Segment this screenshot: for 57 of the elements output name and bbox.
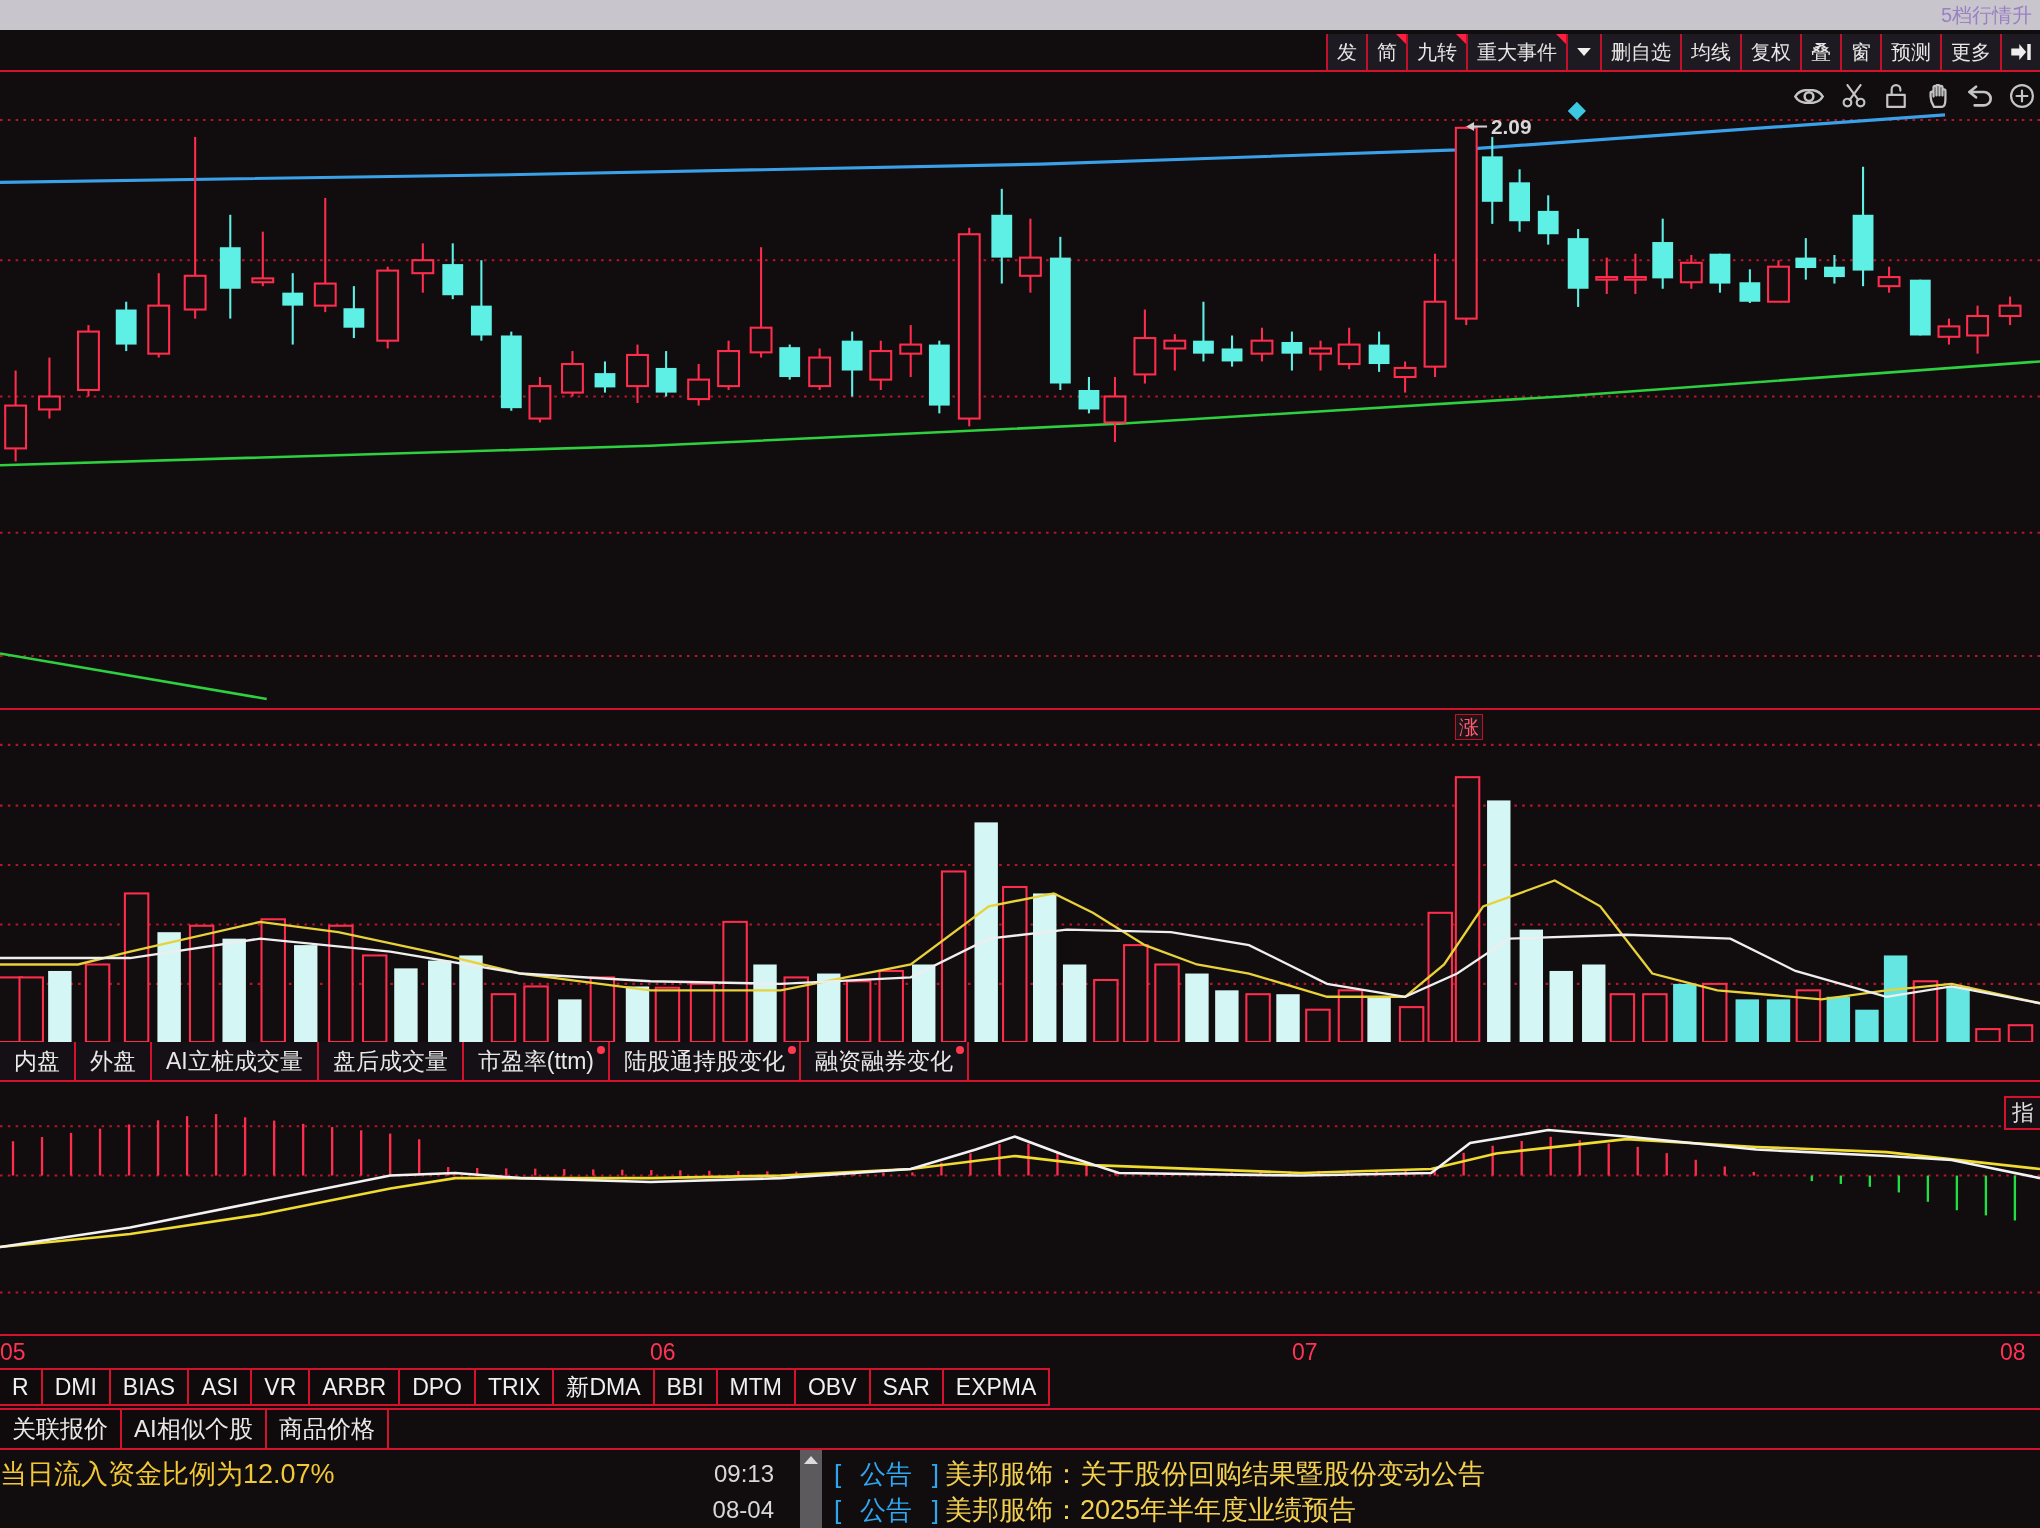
title-text: 5档行情升 [1940,3,2032,27]
indicator-button[interactable]: ASI [189,1368,253,1406]
toolbar-button[interactable]: 叠 [1800,34,1840,70]
caret-icon [1577,48,1591,56]
scissors-icon[interactable] [1842,84,1866,108]
news-tag-link[interactable]: [ 公告 ] [834,1459,939,1489]
toolbar-button[interactable]: 删自选 [1600,34,1680,70]
indicator-button[interactable]: TRIX [476,1368,555,1406]
plus-circle-icon[interactable] [2010,84,2034,108]
time-text: 08-04 [712,1495,774,1525]
indicator-tab[interactable]: 盘后成交量 [318,1042,464,1080]
news-title-link[interactable]: 美邦服饰：2025年半年度业绩预告 [944,1494,1356,1526]
indicator-button[interactable]: R [0,1368,43,1406]
scrollbar[interactable] [800,1450,822,1528]
indicator-button[interactable]: OBV [795,1368,871,1406]
toolbar-button[interactable]: 重大事件 [1466,34,1566,70]
news-tag-link[interactable]: [ 公告 ] [834,1495,939,1525]
indicator-button[interactable]: DPO [400,1368,476,1406]
indicator-button[interactable]: BBI [654,1368,718,1406]
indicator-button[interactable]: 新DMA [554,1368,655,1406]
date-axis-label: 07 [1292,1339,1318,1365]
indicator-tab[interactable]: 陆股通持股变化 [610,1042,801,1080]
undo-icon[interactable] [1968,84,1992,108]
high-price-label: 2.09 [1490,115,1532,139]
date-axis-label: 05 [0,1339,26,1365]
indicator-tab[interactable]: 融资融券变化 [801,1042,969,1080]
flow-info-text: 当日流入资金比例为12.07% [0,1458,335,1490]
indicator-button[interactable]: ARBR [310,1368,401,1406]
indicator-button[interactable]: DMI [42,1368,111,1406]
indicator-button[interactable]: EXPMA [943,1368,1051,1406]
indicator-button[interactable]: MTM [717,1368,796,1406]
indicator-tab[interactable]: 内盘 [0,1042,76,1080]
eye-icon[interactable] [1794,88,1824,104]
toolbar-button[interactable]: 均线 [1680,34,1740,70]
hand-icon[interactable] [1926,84,1950,108]
date-axis-label: 08 [2000,1339,2026,1365]
dropdown-button[interactable] [1566,34,1600,70]
date-axis-label: 06 [650,1339,676,1365]
indicator-tab[interactable]: AI立桩成交量 [152,1042,319,1080]
toolbar-button[interactable]: 窗 [1840,34,1880,70]
toolbar-button[interactable]: 发 [1326,34,1366,70]
toolbar-button[interactable]: 更多 [1940,34,2000,70]
toolbar-button[interactable]: 复权 [1740,34,1800,70]
padlock-icon[interactable] [1884,84,1908,108]
toolbar-button[interactable]: 预测 [1880,34,1940,70]
indicator-button[interactable]: BIAS [110,1368,190,1406]
indicator-button[interactable]: SAR [870,1368,944,1406]
arrow-to-bar-icon [2011,44,2031,60]
up-arrow-icon[interactable] [804,1456,818,1464]
end-button[interactable] [2000,34,2040,70]
indicator-tab[interactable]: 外盘 [76,1042,152,1080]
toolbar-button[interactable]: 简 [1366,34,1406,70]
toolbar-button[interactable]: 九转 [1406,34,1466,70]
indicator-button[interactable]: VR [252,1368,311,1406]
time-text: 09:13 [713,1459,774,1489]
indicator-tab[interactable]: 市盈率(ttm) [463,1042,610,1080]
news-title-link[interactable]: 美邦服饰：关于股份回购结果暨股份变动公告 [944,1458,1485,1490]
